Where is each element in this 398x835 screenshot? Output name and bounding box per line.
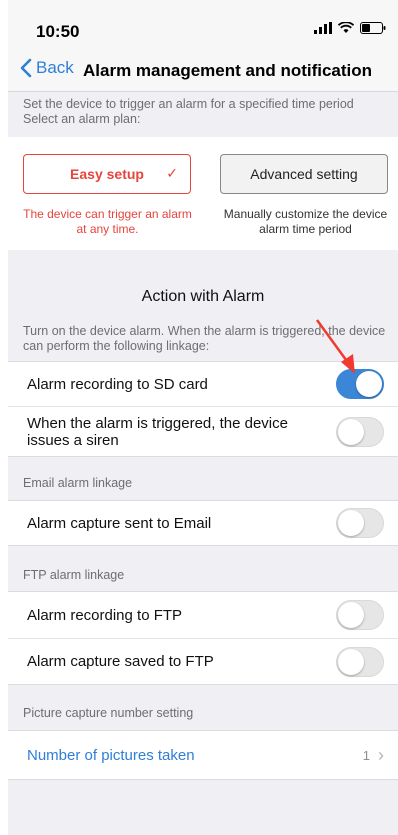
- list-item-picture-count[interactable]: Number of pictures taken 1 ›: [8, 731, 398, 779]
- email-capture-label: Alarm capture sent to Email: [27, 514, 212, 532]
- advanced-setting-label: Advanced setting: [250, 166, 358, 182]
- ftp-recording-label: Alarm recording to FTP: [27, 606, 183, 624]
- email-group: Alarm capture sent to Email: [8, 500, 398, 546]
- easy-setup-button[interactable]: Easy setup ✓: [23, 154, 191, 194]
- annotation-arrow-icon: [315, 319, 355, 374]
- checkmark-icon: ✓: [166, 165, 178, 181]
- siren-toggle[interactable]: [336, 417, 384, 447]
- ftp-group: Alarm recording to FTP Alarm capture sav…: [8, 591, 398, 685]
- action-section-heading: Action with Alarm: [141, 288, 265, 305]
- list-item-ftp-capture: Alarm capture saved to FTP: [8, 638, 398, 684]
- phone-screen: 10:50 Back Alarm management and notifica…: [8, 0, 398, 835]
- intro-line-1: Set the device to trigger an alarm for a…: [23, 97, 354, 111]
- capture-group: Number of pictures taken 1 ›: [8, 730, 398, 780]
- wifi-icon: [338, 22, 354, 33]
- list-item-ftp-recording: Alarm recording to FTP: [8, 592, 398, 638]
- picture-count-value: 1 ›: [363, 745, 384, 766]
- picture-count-label: Number of pictures taken: [27, 746, 195, 764]
- battery-icon: [360, 22, 386, 34]
- easy-setup-label: Easy setup: [70, 166, 144, 182]
- advanced-setting-description: Manually customize the device alarm time…: [223, 207, 388, 236]
- page-title: Alarm management and notification: [83, 61, 373, 80]
- chevron-left-icon: [20, 58, 32, 78]
- sd-recording-label: Alarm recording to SD card: [27, 375, 208, 393]
- status-icons: [314, 22, 386, 34]
- toggle-knob: [338, 419, 364, 445]
- toggle-knob: [338, 649, 364, 675]
- alarm-plan-intro: Set the device to trigger an alarm for a…: [23, 97, 388, 127]
- toggle-knob: [338, 510, 364, 536]
- alarm-plan-selector: Easy setup ✓ Advanced setting The device…: [8, 137, 398, 250]
- status-time: 10:50: [36, 22, 80, 41]
- toggle-knob: [338, 602, 364, 628]
- email-section-header: Email alarm linkage: [23, 476, 133, 490]
- signal-icon: [314, 22, 332, 34]
- siren-label: When the alarm is triggered, the device …: [27, 415, 288, 449]
- left-edge: [0, 0, 8, 835]
- back-button[interactable]: Back: [20, 58, 74, 78]
- capture-section-header: Picture capture number setting: [23, 706, 194, 720]
- list-item-siren: When the alarm is triggered, the device …: [8, 406, 398, 456]
- ftp-capture-toggle[interactable]: [336, 647, 384, 677]
- ftp-section-header: FTP alarm linkage: [23, 568, 125, 582]
- ftp-capture-label: Alarm capture saved to FTP: [27, 653, 214, 670]
- navigation-bar: Back Alarm management and notification: [8, 48, 398, 92]
- easy-setup-description: The device can trigger an alarm at any t…: [23, 207, 192, 236]
- advanced-setting-button[interactable]: Advanced setting: [220, 154, 388, 194]
- ftp-recording-toggle[interactable]: [336, 600, 384, 630]
- back-label: Back: [36, 58, 74, 77]
- list-item-email-capture: Alarm capture sent to Email: [8, 501, 398, 545]
- email-capture-toggle[interactable]: [336, 508, 384, 538]
- picture-count-number: 1: [362, 747, 370, 763]
- chevron-right-icon: ›: [378, 744, 384, 765]
- intro-line-2: Select an alarm plan:: [23, 112, 141, 126]
- status-bar: 10:50: [8, 0, 398, 48]
